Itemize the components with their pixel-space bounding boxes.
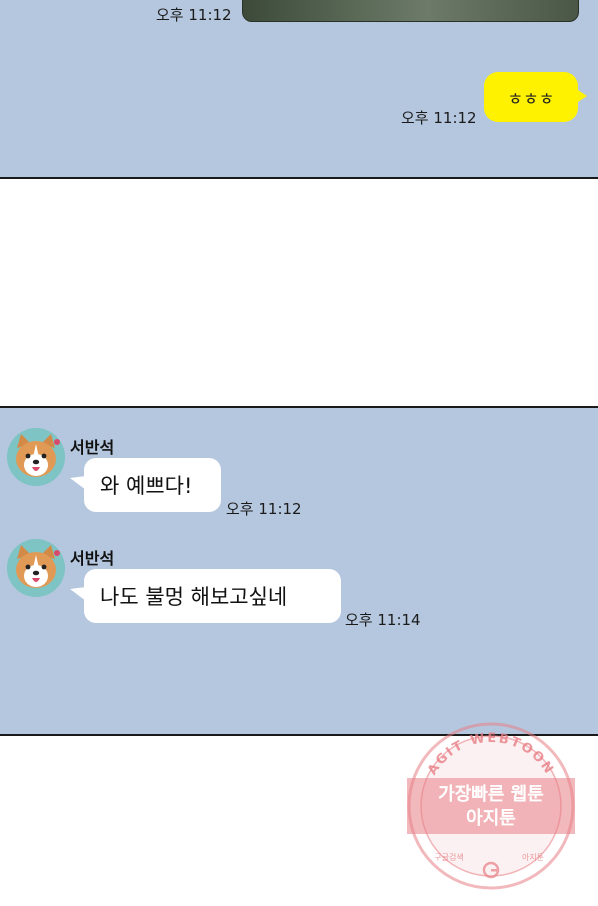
watermark-bottom-right: 아지툰: [522, 852, 544, 862]
my-message-timestamp: 오후 11:12: [401, 109, 477, 127]
shared-photo[interactable]: [242, 0, 579, 22]
watermark-bottom-left: 구글검색: [434, 852, 463, 862]
my-message-text: ㅎㅎㅎ: [507, 89, 555, 110]
message-bubble[interactable]: 와 예쁘다!: [70, 458, 221, 512]
message-text: 와 예쁘다!: [100, 474, 193, 498]
message-text: 나도 불멍 해보고싶네: [100, 585, 288, 609]
chat-panel-middle: 서반석 와 예쁘다! 오후 11:12 서반석 나도 불멍 해보고싶네 오후 1…: [0, 406, 598, 736]
dog-face-icon: [7, 539, 65, 597]
my-message-bubble[interactable]: ㅎㅎㅎ: [484, 72, 587, 122]
sender-avatar[interactable]: [7, 539, 65, 597]
dog-face-icon: [7, 428, 65, 486]
watermark-line2: 아지툰: [466, 808, 516, 829]
watermark-line1: 가장빠른 웹툰: [438, 784, 544, 805]
message-timestamp: 오후 11:14: [345, 611, 421, 629]
message-timestamp: 오후 11:12: [226, 500, 302, 518]
sender-avatar[interactable]: [7, 428, 65, 486]
sender-name: 서반석: [70, 438, 115, 457]
panel-gutter: [0, 179, 598, 406]
watermark-stamp: AGIT WEBTOON 가장빠른 웹툰 아지툰 구글검색 아지툰: [407, 722, 575, 890]
chat-panel-top: 오후 11:12 오후 11:12 ㅎㅎㅎ: [0, 0, 598, 179]
message-bubble[interactable]: 나도 불멍 해보고싶네: [70, 569, 341, 623]
photo-timestamp: 오후 11:12: [156, 6, 232, 24]
sender-name: 서반석: [70, 549, 115, 568]
